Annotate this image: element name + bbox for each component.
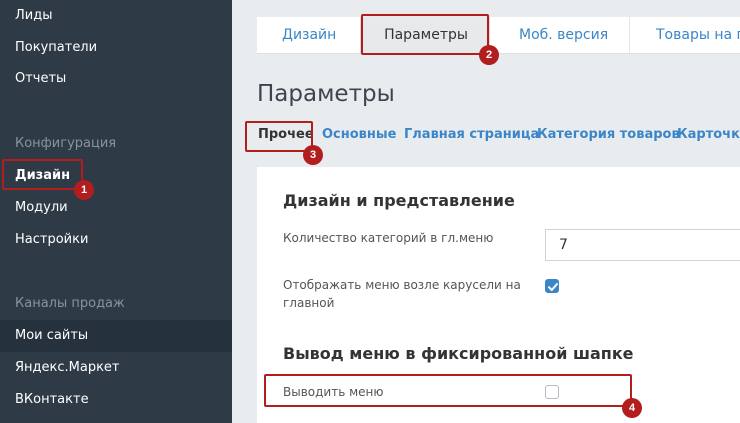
sidebar-item-vkontakte[interactable]: ВКонтакте [15, 392, 89, 408]
tab-goods[interactable]: Товары на гл [656, 17, 740, 54]
categories-count-input[interactable]: 7 [545, 229, 740, 261]
show-menu-checkbox[interactable] [545, 279, 559, 293]
subnav-product-card[interactable]: Карточка [677, 127, 740, 142]
checkmark-icon [548, 283, 558, 291]
tab-bar: Дизайн Параметры Моб. версия Товары на г… [257, 17, 740, 54]
section-title-design: Дизайн и представление [283, 191, 515, 210]
highlight-box-1 [2, 159, 83, 190]
annotation-badge-1: 1 [74, 180, 94, 200]
annotation-badge-3: 3 [303, 145, 323, 165]
annotation-badge-2: 2 [479, 45, 499, 65]
subnav-main[interactable]: Основные [322, 127, 396, 142]
show-menu-label-line2: главной [283, 296, 335, 310]
categories-count-label: Количество категорий в гл.меню [283, 231, 494, 245]
sidebar-item-modules[interactable]: Модули [15, 200, 68, 216]
show-menu-label-line1: Отображать меню возле карусели на [283, 278, 521, 292]
sidebar: Лиды Покупатели Отчеты Конфигурация Диза… [0, 0, 232, 423]
sidebar-heading-channels: Каналы продаж [15, 296, 125, 311]
page-title: Параметры [257, 81, 395, 107]
sidebar-item-leads[interactable]: Лиды [15, 8, 52, 24]
highlight-box-4 [264, 374, 632, 407]
sidebar-item-yandex-market[interactable]: Яндекс.Маркет [15, 360, 120, 376]
app-root: Лиды Покупатели Отчеты Конфигурация Диза… [0, 0, 740, 423]
sidebar-item-customers[interactable]: Покупатели [15, 40, 97, 56]
sidebar-item-my-sites[interactable]: Мои сайты [15, 328, 88, 344]
sidebar-item-reports[interactable]: Отчеты [15, 71, 66, 87]
tab-mobile[interactable]: Моб. версия [519, 17, 608, 54]
annotation-badge-4: 4 [622, 398, 642, 418]
tab-design[interactable]: Дизайн [282, 17, 336, 54]
section-title-fixed-header: Вывод меню в фиксированной шапке [283, 344, 634, 363]
highlight-box-3 [245, 121, 313, 152]
sidebar-heading-config: Конфигурация [15, 136, 117, 151]
sidebar-item-settings[interactable]: Настройки [15, 232, 88, 248]
subnav-product-category[interactable]: Категория товаров [537, 127, 680, 142]
tab-separator [629, 17, 630, 54]
subnav-home-page[interactable]: Главная страница [404, 127, 539, 142]
highlight-box-2 [361, 14, 489, 55]
